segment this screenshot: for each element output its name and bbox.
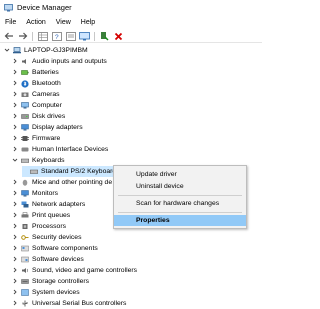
context-menu: Update driver Uninstall device Scan for … (113, 165, 247, 229)
computer-icon (21, 101, 29, 109)
chevron-right-icon[interactable] (12, 113, 18, 119)
sound-icon (21, 267, 29, 274)
device-manager-app-icon (4, 3, 13, 12)
title-bar: Device Manager (0, 0, 262, 15)
chevron-right-icon[interactable] (12, 300, 18, 306)
tree-item[interactable]: Firmware (12, 133, 60, 144)
chevron-down-icon[interactable] (4, 47, 10, 53)
firmware-chip-icon (21, 135, 29, 142)
properties-grid-icon[interactable] (37, 31, 48, 42)
tree-item[interactable]: Audio inputs and outputs (12, 56, 107, 67)
disk-drive-icon (21, 113, 29, 120)
mouse-icon (21, 179, 29, 186)
tree-item[interactable]: Cameras (12, 89, 60, 100)
chevron-right-icon[interactable] (12, 190, 18, 196)
chevron-right-icon[interactable] (12, 80, 18, 86)
toolbar-separator (32, 31, 33, 41)
context-menu-uninstall-device[interactable]: Uninstall device (114, 181, 246, 192)
keyboard-icon (21, 157, 29, 164)
software-device-icon (21, 256, 29, 263)
tree-item[interactable]: Print queues (12, 210, 70, 221)
keyboard-icon (30, 168, 38, 175)
tree-item[interactable]: Mice and other pointing de (12, 177, 112, 188)
storage-controller-icon (21, 278, 29, 285)
display-adapter-icon (21, 124, 29, 131)
toolbar-separator (94, 31, 95, 41)
menu-help[interactable]: Help (81, 19, 95, 26)
chevron-right-icon[interactable] (12, 69, 18, 75)
uninstall-x-icon[interactable] (113, 31, 124, 42)
menu-bar: File Action View Help (0, 17, 262, 28)
tree-item[interactable]: Bluetooth (12, 78, 61, 89)
tree-item[interactable]: Sound, video and game controllers (12, 265, 137, 276)
window-title: Device Manager (17, 3, 72, 12)
chevron-right-icon[interactable] (12, 135, 18, 141)
chevron-right-icon[interactable] (12, 256, 18, 262)
chevron-right-icon[interactable] (12, 223, 18, 229)
context-menu-separator (118, 195, 242, 196)
context-menu-separator (118, 212, 242, 213)
chevron-right-icon[interactable] (12, 289, 18, 295)
context-menu-properties[interactable]: Properties (114, 215, 246, 226)
tree-item[interactable]: Computer (12, 100, 62, 111)
tree-item[interactable]: Network adapters (12, 199, 85, 210)
chevron-right-icon[interactable] (12, 146, 18, 152)
bluetooth-icon (21, 80, 29, 88)
chevron-right-icon[interactable] (12, 267, 18, 273)
chevron-right-icon[interactable] (12, 201, 18, 207)
tree-root[interactable]: LAPTOP-GJ3PIMBM (4, 45, 88, 56)
network-icon (21, 201, 29, 208)
chevron-right-icon[interactable] (12, 234, 18, 240)
laptop-icon (13, 46, 21, 54)
chevron-right-icon[interactable] (12, 58, 18, 64)
enable-device-icon[interactable] (99, 31, 110, 42)
tree-item[interactable]: Storage controllers (12, 276, 89, 287)
chevron-right-icon[interactable] (12, 278, 18, 284)
battery-icon (21, 69, 29, 76)
security-key-icon (21, 234, 29, 241)
chevron-right-icon[interactable] (12, 245, 18, 251)
tree-item[interactable]: Software devices (12, 254, 84, 265)
tree-item[interactable]: Batteries (12, 67, 59, 78)
chevron-right-icon[interactable] (12, 102, 18, 108)
tree-item[interactable]: Monitors (12, 188, 58, 199)
tree-item[interactable]: Human Interface Devices (12, 144, 108, 155)
camera-icon (21, 91, 29, 98)
tree-item[interactable]: Processors (12, 221, 66, 232)
tree-item[interactable]: Security devices (12, 232, 82, 243)
tree-item-standard-ps2-keyboard[interactable]: Standard PS/2 Keyboard (22, 166, 119, 177)
context-menu-update-driver[interactable]: Update driver (114, 169, 246, 180)
menu-action[interactable]: Action (26, 19, 45, 26)
selected-device-label: Standard PS/2 Keyboard (41, 167, 117, 175)
monitor-icon (21, 190, 29, 197)
tree-item[interactable]: Software components (12, 243, 98, 254)
hid-icon (21, 146, 29, 153)
monitor-scan-icon[interactable] (79, 31, 90, 42)
tree-item-keyboards[interactable]: Keyboards (12, 155, 65, 166)
help-icon[interactable]: ? (51, 31, 62, 42)
processor-icon (21, 223, 29, 230)
menu-view[interactable]: View (56, 19, 71, 26)
chevron-right-icon[interactable] (12, 124, 18, 130)
tree-root-label: LAPTOP-GJ3PIMBM (24, 46, 88, 54)
chevron-down-icon[interactable] (12, 157, 18, 163)
printer-icon (21, 212, 29, 219)
svg-text:?: ? (55, 34, 59, 41)
chevron-right-icon[interactable] (12, 212, 18, 218)
chevron-right-icon[interactable] (12, 91, 18, 97)
back-arrow-icon[interactable] (3, 31, 14, 42)
tree-item[interactable]: Display adapters (12, 122, 83, 133)
show-hidden-icon[interactable] (65, 31, 76, 42)
context-menu-scan-hardware[interactable]: Scan for hardware changes (114, 198, 246, 209)
tree-item[interactable]: Disk drives (12, 111, 65, 122)
toolbar: ? (0, 30, 262, 43)
forward-arrow-icon[interactable] (17, 31, 28, 42)
menu-file[interactable]: File (5, 19, 16, 26)
chevron-right-icon[interactable] (12, 179, 18, 185)
usb-icon (21, 300, 29, 307)
speaker-icon (21, 58, 29, 65)
system-device-icon (21, 289, 29, 296)
software-component-icon (21, 245, 29, 252)
tree-item[interactable]: System devices (12, 287, 80, 298)
